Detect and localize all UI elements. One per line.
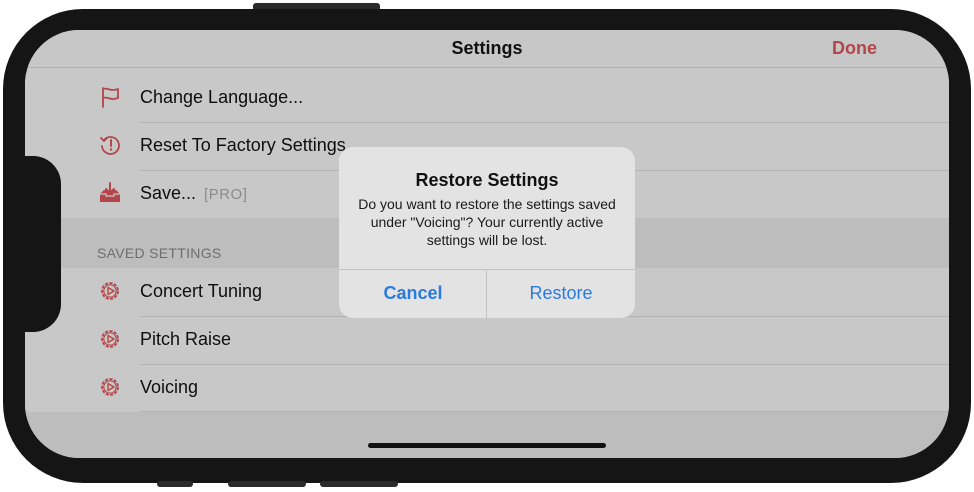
reset-factory-label: Reset To Factory Settings [140,135,346,155]
gear-play-icon [101,282,119,300]
alert-title: Restore Settings [415,170,559,190]
restore-alert-dialog: Restore Settings Do you want to restore … [339,147,635,318]
saved-setting-row[interactable]: Pitch Raise [25,316,949,364]
volume-up-button [228,481,306,487]
home-indicator[interactable] [368,443,606,448]
list-footer [25,412,949,458]
side-button [157,481,193,487]
gear-play-icon [101,330,119,348]
saved-setting-label: Pitch Raise [140,329,232,349]
saved-setting-label: Voicing [140,377,199,397]
restore-button[interactable]: Restore [487,269,635,318]
change-language-row[interactable]: Change Language... [25,74,949,122]
done-button[interactable]: Done [832,38,877,59]
camera-notch [25,156,61,332]
section-header: SAVED SETTINGS [97,245,222,261]
alert-message: Do you want to restore the settings save… [358,196,616,248]
change-language-label: Change Language... [140,87,304,107]
saved-setting-row[interactable]: Voicing [25,364,949,412]
gear-play-icon [101,378,119,396]
saved-setting-label: Concert Tuning [140,281,263,301]
save-tray-icon [100,182,120,202]
reset-clock-icon [100,136,120,155]
page-title: Settings [451,38,523,58]
save-text: Save... [140,183,197,203]
volume-down-button [320,481,398,487]
pro-badge: [PRO] [204,186,248,203]
cancel-button[interactable]: Cancel [339,269,487,318]
save-label: Save... [PRO] [140,183,247,204]
flag-icon [102,87,119,108]
navigation-bar: Settings Done [25,30,949,68]
